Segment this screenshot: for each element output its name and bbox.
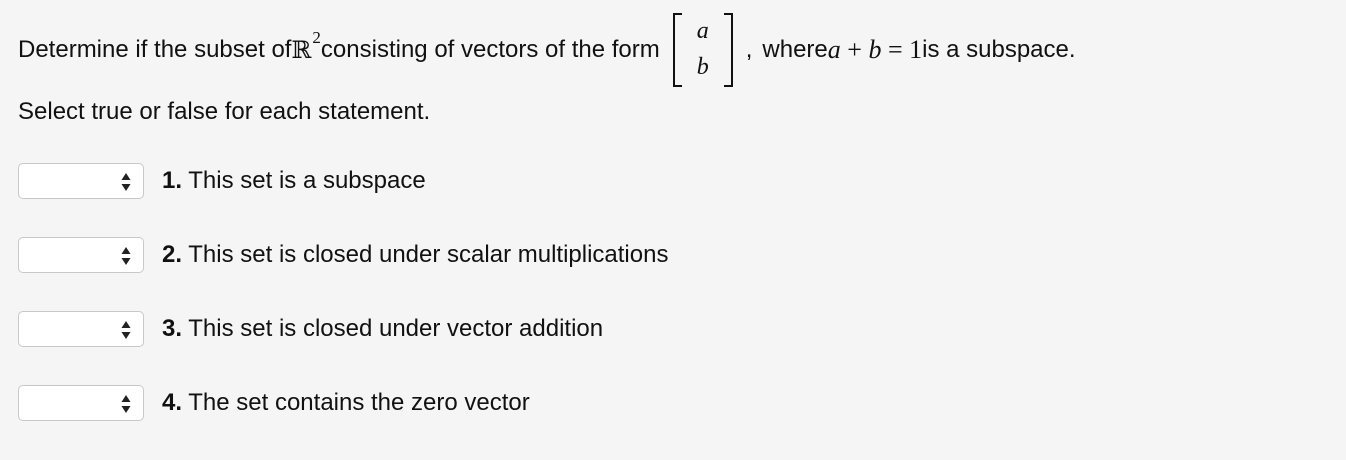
vector-entry-b: b <box>696 54 709 80</box>
true-false-select-4[interactable] <box>18 385 144 421</box>
column-vector: a b <box>670 10 736 90</box>
statement-row-4: 4. The set contains the zero vector <box>18 383 530 423</box>
statement-text-1: This set is a subspace <box>182 167 426 194</box>
question-ending: is a subspace. <box>922 36 1076 63</box>
statement-label-3: 3. This set is closed under vector addit… <box>162 315 603 343</box>
question-middle: consisting of vectors of the form <box>320 36 660 63</box>
vector-entry-a: a <box>696 18 709 44</box>
statement-row-1: 1. This set is a subspace <box>18 161 426 201</box>
up-down-chevron-icon <box>121 247 131 265</box>
plus-sign: + <box>840 35 869 64</box>
question-where: where <box>762 36 828 63</box>
var-b: b <box>868 35 882 64</box>
up-down-chevron-icon <box>121 395 131 413</box>
statement-number-1: 1. <box>162 167 183 194</box>
question-intro: Determine if the subset of <box>18 36 292 63</box>
statement-number-4: 4. <box>162 389 183 416</box>
true-false-select-3[interactable] <box>18 311 144 347</box>
true-false-select-2[interactable] <box>18 237 144 273</box>
statement-label-1: 1. This set is a subspace <box>162 167 426 195</box>
statement-number-2: 2. <box>162 241 183 268</box>
statement-label-4: 4. The set contains the zero vector <box>162 389 530 417</box>
true-false-select-1[interactable] <box>18 163 144 199</box>
statement-number-3: 3. <box>162 315 183 342</box>
condition-equation: a + b = 1 <box>828 35 922 65</box>
statement-text-3: This set is closed under vector addition <box>182 315 604 342</box>
constant-one: 1 <box>909 35 923 64</box>
statement-row-3: 3. This set is closed under vector addit… <box>18 309 603 349</box>
up-down-chevron-icon <box>121 173 131 191</box>
statement-text-2: This set is closed under scalar multipli… <box>182 241 669 268</box>
instruction-text: Select true or false for each statement. <box>18 98 431 125</box>
up-down-chevron-icon <box>121 321 131 339</box>
statement-text-4: The set contains the zero vector <box>182 389 530 416</box>
real-numbers-symbol: ℝ <box>291 36 312 64</box>
dimension-exponent: 2 <box>312 28 321 47</box>
statement-row-2: 2. This set is closed under scalar multi… <box>18 235 668 275</box>
statement-label-2: 2. This set is closed under scalar multi… <box>162 241 668 269</box>
question-text: Determine if the subset of ℝ 2 consistin… <box>18 10 1076 90</box>
equals-sign: = <box>881 35 910 64</box>
var-a: a <box>827 35 841 64</box>
question-comma: , <box>745 36 753 63</box>
